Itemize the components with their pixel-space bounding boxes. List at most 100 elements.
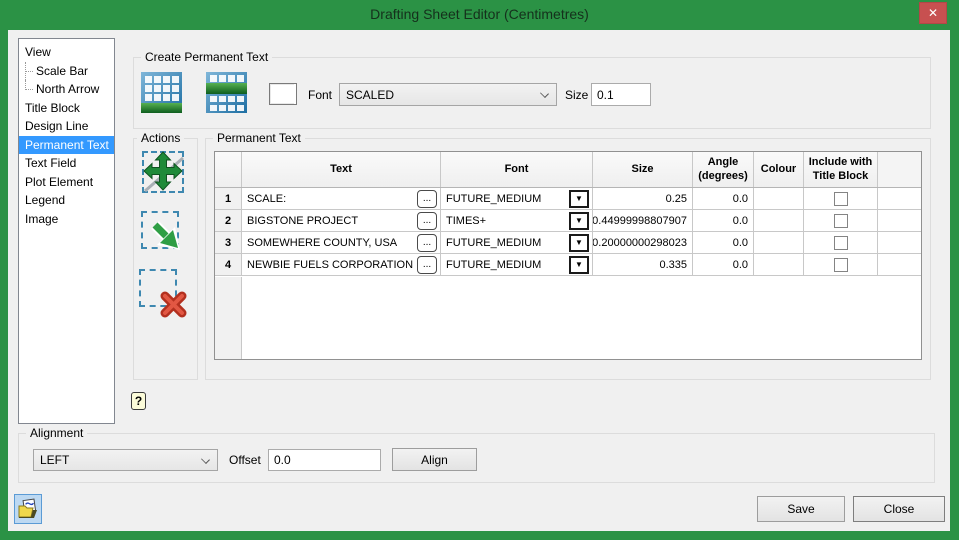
include-with-title-block-checkbox[interactable] [834, 258, 848, 272]
sidebar-item-design-line[interactable]: Design Line [19, 117, 114, 136]
alignment-select[interactable]: LEFT [33, 449, 218, 471]
size-cell[interactable]: 0.44999998807907 [593, 210, 693, 231]
include-cell[interactable] [804, 254, 878, 275]
text-edit-ellipsis-button[interactable]: ... [417, 234, 437, 252]
font-cell[interactable]: FUTURE_MEDIUM▼ [441, 254, 593, 275]
sidebar-item-label: Plot Element [25, 174, 96, 190]
delete-text-button[interactable] [138, 268, 185, 315]
permanent-text-table[interactable]: TextFontSizeAngle (degrees)ColourInclude… [214, 151, 922, 360]
sidebar-item-label: Design Line [25, 118, 91, 134]
column-header-colour[interactable]: Colour [754, 152, 804, 187]
text-cell[interactable]: BIGSTONE PROJECT... [242, 210, 441, 231]
row-number-cell[interactable]: 4 [215, 254, 242, 275]
table-row[interactable]: 1SCALE:...FUTURE_MEDIUM▼0.250.0 [215, 188, 921, 210]
column-header-include-with-title-block[interactable]: Include with Title Block [804, 152, 878, 187]
close-button[interactable]: Close [853, 496, 945, 522]
align-button[interactable]: Align [392, 448, 477, 471]
text-cell[interactable]: SOMEWHERE COUNTY, USA... [242, 232, 441, 253]
font-cell-value: FUTURE_MEDIUM [443, 259, 569, 271]
font-dropdown-button[interactable]: ▼ [569, 234, 589, 252]
text-colour-swatch[interactable] [269, 83, 297, 105]
move-arrows-icon [140, 149, 187, 196]
column-header-text[interactable]: Text [242, 152, 441, 187]
open-folder-icon [17, 498, 39, 520]
colour-cell[interactable] [754, 210, 804, 231]
angle-cell[interactable]: 0.0 [693, 210, 754, 231]
column-header-font[interactable]: Font [441, 152, 593, 187]
actions-label: Actions [137, 131, 184, 145]
text-edit-ellipsis-button[interactable]: ... [417, 190, 437, 208]
open-file-button[interactable] [14, 494, 42, 524]
sidebar-item-label: Scale Bar [36, 63, 91, 79]
colour-cell[interactable] [754, 232, 804, 253]
row-number-cell[interactable]: 3 [215, 232, 242, 253]
row-number-cell[interactable]: 2 [215, 210, 242, 231]
column-header-filler [878, 152, 921, 187]
sidebar-item-view[interactable]: View [19, 43, 114, 62]
table-row[interactable]: 3SOMEWHERE COUNTY, USA...FUTURE_MEDIUM▼0… [215, 232, 921, 254]
save-button[interactable]: Save [757, 496, 845, 522]
font-label: Font [308, 88, 332, 102]
sidebar-item-title-block[interactable]: Title Block [19, 99, 114, 118]
font-dropdown-button[interactable]: ▼ [569, 212, 589, 230]
sidebar-item-scale-bar[interactable]: Scale Bar [19, 62, 114, 81]
include-cell[interactable] [804, 210, 878, 231]
permanent-text-label: Permanent Text [213, 131, 305, 145]
font-dropdown-button[interactable]: ▼ [569, 190, 589, 208]
text-edit-ellipsis-button[interactable]: ... [417, 256, 437, 274]
size-cell[interactable]: 0.335 [593, 254, 693, 275]
font-select[interactable]: SCALED [339, 83, 557, 106]
close-window-button[interactable]: ✕ [919, 2, 947, 24]
size-cell[interactable]: 0.25 [593, 188, 693, 209]
sidebar-item-permanent-text[interactable]: Permanent Text [19, 136, 114, 155]
sidebar-item-legend[interactable]: Legend [19, 191, 114, 210]
include-with-title-block-checkbox[interactable] [834, 236, 848, 250]
angle-cell[interactable]: 0.0 [693, 188, 754, 209]
row-filler [878, 254, 921, 275]
include-with-title-block-checkbox[interactable] [834, 214, 848, 228]
font-dropdown-button[interactable]: ▼ [569, 256, 589, 274]
create-text-middle-button[interactable] [206, 72, 247, 113]
text-cell-value: NEWBIE FUELS CORPORATION [244, 259, 417, 271]
include-with-title-block-checkbox[interactable] [834, 192, 848, 206]
category-tree[interactable]: ViewScale BarNorth ArrowTitle BlockDesig… [18, 38, 115, 424]
font-cell[interactable]: TIMES+▼ [441, 210, 593, 231]
text-cell[interactable]: SCALE:... [242, 188, 441, 209]
text-cell[interactable]: NEWBIE FUELS CORPORATION... [242, 254, 441, 275]
sidebar-item-plot-element[interactable]: Plot Element [19, 173, 114, 192]
size-cell[interactable]: 0.20000000298023 [593, 232, 693, 253]
sidebar-item-north-arrow[interactable]: North Arrow [19, 80, 114, 99]
table-row[interactable]: 2BIGSTONE PROJECT...TIMES+▼0.44999998807… [215, 210, 921, 232]
column-header-angle-degrees-[interactable]: Angle (degrees) [693, 152, 754, 187]
size-input-value: 0.1 [597, 88, 614, 102]
offset-input[interactable]: 0.0 [268, 449, 381, 471]
sidebar-item-image[interactable]: Image [19, 210, 114, 229]
help-button[interactable]: ? [131, 392, 146, 410]
insert-text-button[interactable] [140, 210, 187, 257]
create-text-bottom-button[interactable] [141, 72, 182, 113]
table-row[interactable]: 4NEWBIE FUELS CORPORATION...FUTURE_MEDIU… [215, 254, 921, 276]
size-label: Size [565, 88, 588, 102]
grid-text-bottom-icon [141, 72, 182, 113]
sidebar-item-text-field[interactable]: Text Field [19, 154, 114, 173]
insert-arrow-icon [140, 210, 187, 257]
include-cell[interactable] [804, 232, 878, 253]
include-cell[interactable] [804, 188, 878, 209]
column-header-size[interactable]: Size [593, 152, 693, 187]
row-number-cell[interactable]: 1 [215, 188, 242, 209]
alignment-label: Alignment [26, 426, 87, 440]
colour-cell[interactable] [754, 188, 804, 209]
angle-cell[interactable]: 0.0 [693, 254, 754, 275]
font-cell[interactable]: FUTURE_MEDIUM▼ [441, 188, 593, 209]
colour-cell[interactable] [754, 254, 804, 275]
grid-text-middle-icon [206, 72, 247, 113]
angle-cell[interactable]: 0.0 [693, 232, 754, 253]
text-cell-value: SOMEWHERE COUNTY, USA [244, 237, 417, 249]
move-text-button[interactable] [140, 149, 187, 196]
window-border-right [950, 30, 959, 540]
text-edit-ellipsis-button[interactable]: ... [417, 212, 437, 230]
column-header-row-number[interactable] [215, 152, 242, 187]
size-input[interactable]: 0.1 [591, 83, 651, 106]
font-cell[interactable]: FUTURE_MEDIUM▼ [441, 232, 593, 253]
font-cell-value: TIMES+ [443, 215, 569, 227]
